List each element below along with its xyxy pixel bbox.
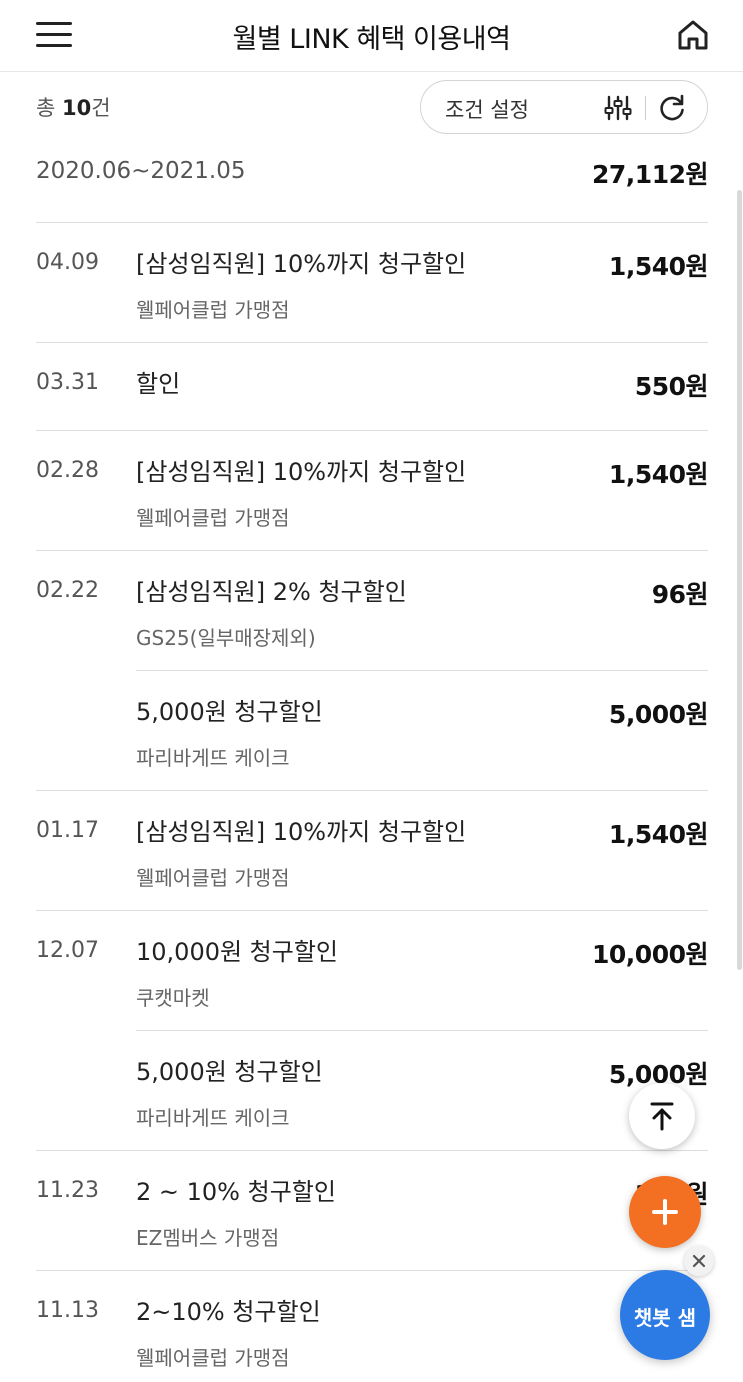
item-amount: 96원 bbox=[651, 580, 709, 609]
filter-divider bbox=[645, 96, 646, 120]
filter-settings-label: 조건 설정 bbox=[445, 98, 529, 122]
list-item[interactable]: 01.17 [삼성임직원] 10%까지 청구할인 웰페어클럽 가맹점 1,540… bbox=[36, 791, 709, 911]
scroll-to-top-button[interactable] bbox=[629, 1083, 695, 1149]
item-date: 11.13 bbox=[36, 1298, 99, 1323]
item-merchant: 쿠캣마켓 bbox=[136, 986, 210, 1010]
list-item[interactable]: 04.09 [삼성임직원] 10%까지 청구할인 웰페어클럽 가맹점 1,540… bbox=[36, 223, 709, 343]
close-chatbot-button[interactable] bbox=[684, 1246, 714, 1276]
total-count-number: 10 bbox=[62, 96, 92, 120]
list-item[interactable]: 02.28 [삼성임직원] 10%까지 청구할인 웰페어클럽 가맹점 1,540… bbox=[36, 431, 709, 551]
scrollbar[interactable] bbox=[737, 190, 742, 970]
period-total-amount: 27,112원 bbox=[592, 160, 708, 189]
item-name: [삼성임직원] 2% 청구할인 bbox=[136, 578, 407, 606]
list-item[interactable]: 02.22 [삼성임직원] 2% 청구할인 GS25(일부매장제외) 96원 bbox=[36, 551, 709, 671]
item-date: 02.22 bbox=[36, 578, 99, 603]
period-range: 2020.06~2021.05 bbox=[36, 158, 246, 184]
list-item[interactable]: 12.07 10,000원 청구할인 쿠캣마켓 10,000원 bbox=[36, 911, 708, 1031]
item-merchant: 파리바게뜨 케이크 bbox=[136, 746, 290, 770]
item-date: 11.23 bbox=[36, 1178, 99, 1203]
item-amount: 10,000원 bbox=[592, 940, 708, 969]
sliders-icon[interactable] bbox=[604, 94, 632, 122]
item-date: 12.07 bbox=[36, 938, 99, 963]
item-merchant: 웰페어클럽 가맹점 bbox=[136, 1346, 290, 1370]
item-amount: 1,540원 bbox=[608, 252, 709, 281]
item-date: 04.09 bbox=[36, 250, 99, 275]
total-count-prefix: 총 bbox=[36, 96, 62, 120]
item-name: 5,000원 청구할인 bbox=[136, 698, 323, 726]
list-item[interactable]: 5,000원 청구할인 파리바게뜨 케이크 5,000원 bbox=[36, 1031, 709, 1151]
item-merchant: 웰페어클럽 가맹점 bbox=[136, 866, 290, 890]
arrow-up-icon bbox=[650, 1102, 674, 1131]
close-icon bbox=[692, 1254, 706, 1268]
item-amount: 1,540원 bbox=[608, 820, 709, 849]
item-name: [삼성임직원] 10%까지 청구할인 bbox=[136, 250, 467, 278]
item-name: 5,000원 청구할인 bbox=[136, 1058, 323, 1086]
item-merchant: 파리바게뜨 케이크 bbox=[136, 1106, 290, 1130]
list-item[interactable]: 11.13 2~10% 청구할인 웰페어클럽 가맹점 bbox=[36, 1271, 708, 1382]
page-title: 월별 LINK 혜택 이용내역 bbox=[232, 24, 511, 55]
item-name: 10,000원 청구할인 bbox=[136, 938, 339, 966]
home-icon[interactable] bbox=[674, 16, 712, 54]
item-name: 2 ~ 10% 청구할인 bbox=[136, 1178, 336, 1206]
item-merchant: GS25(일부매장제외) bbox=[136, 626, 316, 650]
list-item[interactable]: 5,000원 청구할인 파리바게뜨 케이크 5,000원 bbox=[36, 671, 709, 791]
item-name: 2~10% 청구할인 bbox=[136, 1298, 321, 1326]
item-amount: 1,540원 bbox=[608, 460, 709, 489]
total-count: 총 10건 bbox=[36, 92, 111, 122]
total-count-suffix: 건 bbox=[91, 96, 111, 120]
item-merchant: 웰페어클럽 가맹점 bbox=[136, 506, 290, 530]
item-date: 02.28 bbox=[36, 458, 99, 483]
add-button[interactable] bbox=[629, 1176, 701, 1248]
item-name: 할인 bbox=[136, 370, 181, 398]
item-name: [삼성임직원] 10%까지 청구할인 bbox=[136, 458, 467, 486]
app-header: 월별 LINK 혜택 이용내역 bbox=[0, 0, 743, 72]
refresh-icon[interactable] bbox=[657, 93, 687, 123]
item-merchant: EZ멤버스 가맹점 bbox=[136, 1226, 280, 1250]
list-item[interactable]: 11.23 2 ~ 10% 청구할인 EZ멤버스 가맹점 306원 bbox=[36, 1151, 709, 1271]
item-date: 03.31 bbox=[36, 370, 99, 395]
benefit-history-list: 04.09 [삼성임직원] 10%까지 청구할인 웰페어클럽 가맹점 1,540… bbox=[36, 222, 709, 1382]
item-merchant: 웰페어클럽 가맹점 bbox=[136, 298, 290, 322]
item-name: [삼성임직원] 10%까지 청구할인 bbox=[136, 818, 467, 846]
item-date: 01.17 bbox=[36, 818, 99, 843]
list-item[interactable]: 03.31 할인 550원 bbox=[36, 343, 709, 431]
plus-icon bbox=[652, 1199, 678, 1225]
item-amount: 550원 bbox=[634, 372, 709, 401]
chatbot-label: 챗봇 샘 bbox=[633, 1306, 697, 1330]
filter-settings-button[interactable]: 조건 설정 bbox=[420, 80, 708, 134]
item-amount: 5,000원 bbox=[608, 700, 709, 729]
chatbot-button[interactable]: 챗봇 샘 bbox=[620, 1270, 710, 1360]
